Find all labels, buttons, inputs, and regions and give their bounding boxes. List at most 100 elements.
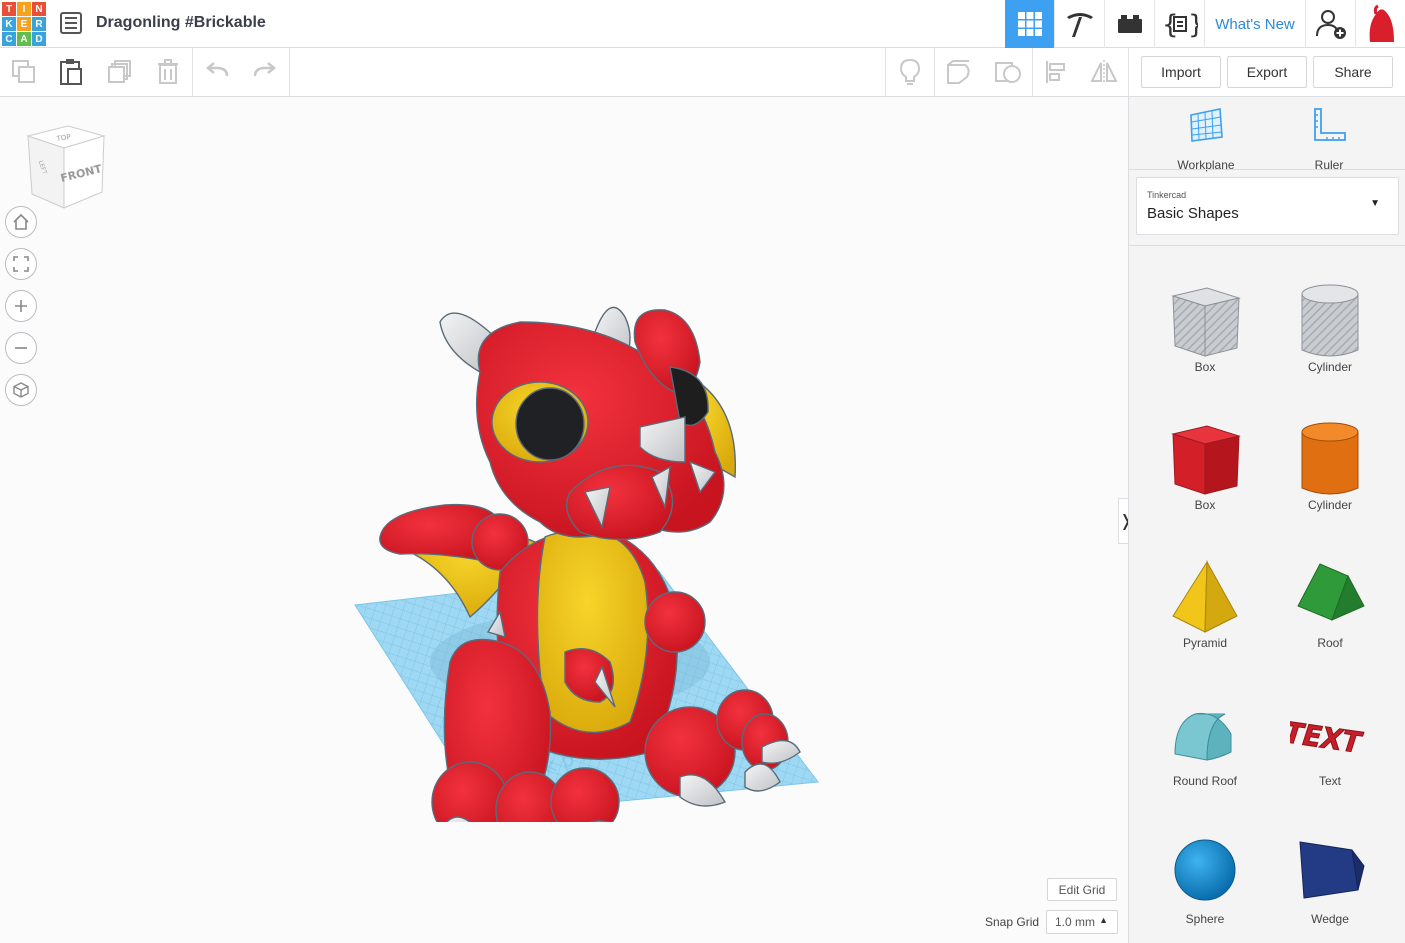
shape-label: Box bbox=[1194, 360, 1216, 374]
edit-toolbar: Import Export Share bbox=[0, 48, 1405, 97]
user-avatar[interactable] bbox=[1355, 0, 1405, 48]
copy-button[interactable] bbox=[0, 48, 48, 96]
cylinder-hole-icon bbox=[1301, 284, 1359, 357]
shape-label: Box bbox=[1194, 498, 1216, 512]
workplane-icon bbox=[1190, 108, 1223, 142]
box-icon bbox=[1171, 425, 1241, 495]
edit-grid-button[interactable]: Edit Grid bbox=[1047, 878, 1117, 901]
shape-cylinder[interactable]: Cylinder bbox=[1267, 386, 1393, 522]
top-bar: TIN KER CAD Dragonling #Brickable { } What… bbox=[0, 0, 1405, 48]
shape-label: Text bbox=[1318, 774, 1341, 788]
add-user-button[interactable] bbox=[1305, 0, 1355, 48]
redo-icon bbox=[253, 62, 276, 77]
library-name-label: Basic Shapes bbox=[1147, 205, 1239, 222]
3d-view-button[interactable] bbox=[1005, 0, 1054, 48]
roof-icon bbox=[1297, 563, 1365, 621]
pyramid-icon bbox=[1172, 560, 1238, 633]
align-button[interactable] bbox=[1033, 48, 1081, 96]
paste-button[interactable] bbox=[47, 48, 95, 96]
mirror-button[interactable] bbox=[1080, 48, 1128, 96]
view-cube[interactable]: TOP FRONT LEFT bbox=[20, 122, 110, 212]
3d-viewport[interactable]: TOP FRONT LEFT W o r k p l a n e Edit Gr… bbox=[0, 97, 1134, 943]
shape-round-roof[interactable]: Round Roof bbox=[1142, 662, 1268, 798]
copy-icon bbox=[12, 60, 35, 83]
sphere-icon bbox=[1174, 839, 1236, 901]
cube-outline-icon bbox=[13, 382, 29, 398]
dragon-model[interactable] bbox=[379, 306, 801, 822]
fit-icon bbox=[13, 256, 29, 272]
box-hole-icon bbox=[1171, 287, 1241, 357]
shape-label: Roof bbox=[1317, 636, 1343, 650]
shape-label: Pyramid bbox=[1182, 636, 1227, 650]
grid-view-icon bbox=[1017, 12, 1042, 36]
lightbulb-icon bbox=[899, 58, 921, 85]
shape-label: Round Roof bbox=[1172, 774, 1238, 788]
undo-icon bbox=[206, 62, 229, 77]
logo-letter: D bbox=[32, 32, 46, 46]
ungroup-button[interactable] bbox=[984, 48, 1032, 96]
svg-text:TEXT: TEXT bbox=[1290, 716, 1367, 760]
text-icon: TEXT bbox=[1290, 716, 1367, 761]
workplane-tool[interactable]: Workplane bbox=[1164, 107, 1248, 172]
bricks-view-button[interactable] bbox=[1104, 0, 1154, 48]
duplicate-button[interactable] bbox=[96, 48, 144, 96]
shape-roof[interactable]: Roof bbox=[1267, 524, 1393, 660]
logo-letter: N bbox=[32, 2, 46, 16]
zoom-in-button[interactable] bbox=[5, 290, 37, 322]
redo-button[interactable] bbox=[240, 48, 288, 96]
plus-icon bbox=[15, 300, 27, 312]
shape-pyramid[interactable]: Pyramid bbox=[1142, 524, 1268, 660]
notes-button[interactable] bbox=[886, 48, 934, 96]
group-icon bbox=[947, 60, 970, 84]
caret-down-icon: ▼ bbox=[1370, 198, 1380, 209]
ungroup-icon bbox=[995, 62, 1021, 83]
mirror-icon bbox=[1090, 60, 1118, 84]
paste-icon bbox=[60, 59, 82, 85]
logo-letter: I bbox=[17, 2, 31, 16]
shape-text[interactable]: TEXT Text bbox=[1267, 662, 1393, 798]
import-button[interactable]: Import bbox=[1141, 56, 1221, 88]
blocks-view-button[interactable] bbox=[1054, 0, 1104, 48]
ruler-icon bbox=[1314, 108, 1346, 141]
tinkercad-logo[interactable]: TIN KER CAD bbox=[2, 2, 46, 46]
ruler-tool[interactable]: Ruler bbox=[1287, 107, 1371, 172]
dragon-model-scene[interactable]: W o r k p l a n e bbox=[340, 192, 840, 822]
home-icon bbox=[13, 213, 29, 230]
perspective-button[interactable] bbox=[5, 374, 37, 406]
undo-button[interactable] bbox=[194, 48, 242, 96]
export-button[interactable]: Export bbox=[1227, 56, 1307, 88]
shape-wedge[interactable]: Wedge bbox=[1267, 800, 1393, 936]
pickaxe-icon bbox=[1066, 13, 1093, 37]
whats-new-link[interactable]: What's New bbox=[1204, 0, 1305, 48]
logo-letter: K bbox=[2, 17, 16, 31]
shape-label: Cylinder bbox=[1307, 498, 1352, 512]
logo-letter: R bbox=[32, 17, 46, 31]
delete-button[interactable] bbox=[144, 48, 192, 96]
home-view-button[interactable] bbox=[5, 206, 37, 238]
zoom-out-button[interactable] bbox=[5, 332, 37, 364]
shape-label: Wedge bbox=[1311, 912, 1349, 926]
shape-box[interactable]: Box bbox=[1142, 386, 1268, 522]
shape-library-dropdown[interactable]: Tinkercad Basic Shapes ▼ bbox=[1136, 177, 1399, 235]
library-brand-label: Tinkercad bbox=[1147, 190, 1187, 200]
snap-grid-select[interactable]: 1.0 mm ▲ bbox=[1046, 910, 1118, 934]
group-button[interactable] bbox=[935, 48, 983, 96]
shape-sphere[interactable]: Sphere bbox=[1142, 800, 1268, 936]
shape-label: Cylinder bbox=[1307, 360, 1352, 374]
code-blocks-button[interactable]: { } bbox=[1154, 0, 1204, 48]
share-button[interactable]: Share bbox=[1313, 56, 1393, 88]
minus-icon bbox=[15, 347, 27, 349]
design-title[interactable]: Dragonling #Brickable bbox=[96, 14, 266, 32]
align-icon bbox=[1046, 61, 1065, 83]
round-roof-icon bbox=[1174, 712, 1232, 761]
design-menu-icon[interactable] bbox=[60, 12, 82, 34]
shape-box-hole[interactable]: Box bbox=[1142, 248, 1268, 384]
brick-icon bbox=[1117, 15, 1142, 33]
avatar-icon bbox=[1369, 4, 1394, 42]
svg-text:}: } bbox=[1188, 10, 1198, 39]
fit-view-button[interactable] bbox=[5, 248, 37, 280]
trash-icon bbox=[158, 59, 178, 84]
logo-letter: C bbox=[2, 32, 16, 46]
shape-cylinder-hole[interactable]: Cylinder bbox=[1267, 248, 1393, 384]
snap-grid-value: 1.0 mm bbox=[1055, 915, 1096, 929]
